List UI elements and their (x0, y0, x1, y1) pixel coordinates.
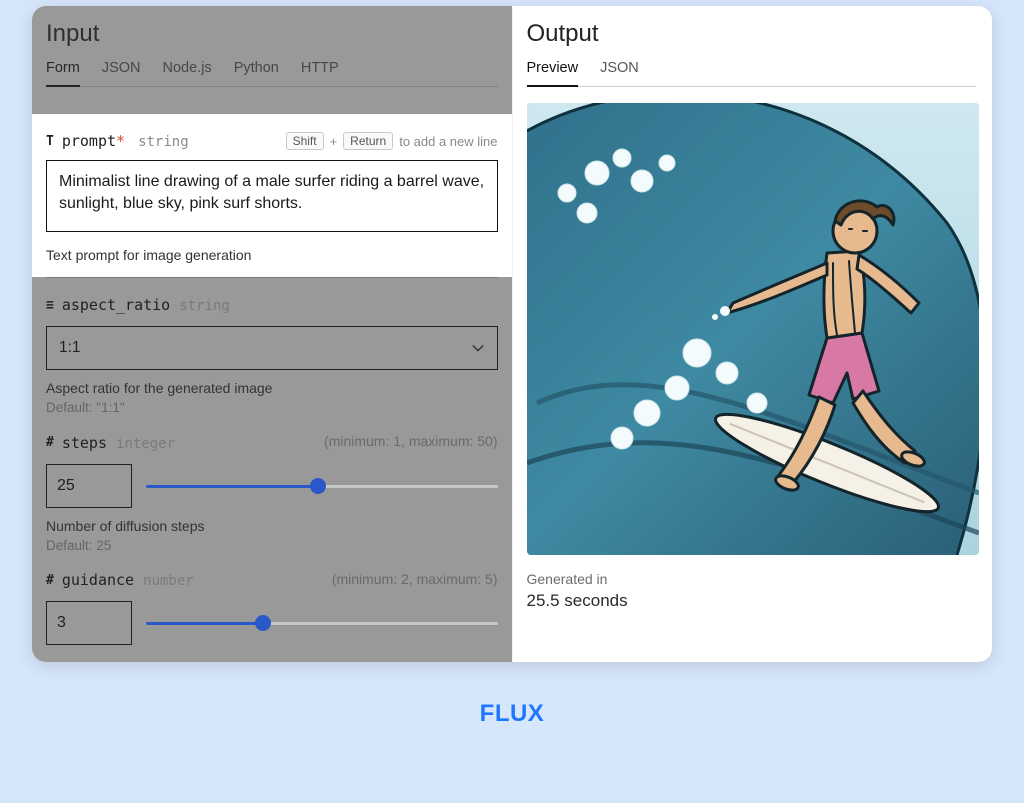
kbd-shift: Shift (286, 132, 324, 150)
steps-name: steps (62, 434, 107, 452)
aspect-ratio-default: Default: "1:1" (46, 400, 498, 415)
input-tabs: Form JSON Node.js Python HTTP (46, 60, 498, 87)
output-image (527, 103, 979, 555)
hint-text: to add a new line (399, 134, 497, 149)
chevron-down-icon (471, 341, 485, 355)
aspect-ratio-value: 1:1 (59, 339, 81, 357)
hint-plus: + (330, 134, 338, 149)
number-type-icon-2: # (46, 573, 54, 588)
steps-type: integer (116, 436, 175, 452)
prompt-name: prompt (62, 132, 116, 150)
steps-slider[interactable] (146, 477, 498, 495)
generated-in-label: Generated in (527, 571, 977, 587)
guidance-field: # guidance number (minimum: 2, maximum: … (46, 553, 498, 646)
steps-default: Default: 25 (46, 538, 498, 553)
number-type-icon: # (46, 435, 54, 450)
prompt-type: string (138, 134, 189, 150)
generated-time: 25.5 seconds (527, 591, 977, 611)
prompt-description: Text prompt for image generation (46, 247, 498, 263)
aspect-ratio-description: Aspect ratio for the generated image (46, 380, 498, 396)
tab-python[interactable]: Python (234, 60, 279, 86)
guidance-slider[interactable] (146, 614, 498, 632)
list-type-icon: ≡ (46, 298, 54, 313)
output-pane: Output Preview JSON (513, 6, 993, 662)
app-frame: Input Form JSON Node.js Python HTTP T pr… (32, 6, 992, 662)
output-title: Output (527, 20, 977, 48)
aspect-ratio-type: string (179, 298, 230, 314)
steps-description: Number of diffusion steps (46, 518, 498, 534)
input-title: Input (46, 20, 498, 48)
tab-http[interactable]: HTTP (301, 60, 339, 86)
input-pane: Input Form JSON Node.js Python HTTP T pr… (32, 6, 513, 662)
prompt-textarea[interactable] (46, 160, 498, 232)
tab-nodejs[interactable]: Node.js (163, 60, 212, 86)
guidance-input[interactable]: 3 (46, 601, 132, 645)
guidance-name: guidance (62, 571, 134, 589)
guidance-range: (minimum: 2, maximum: 5) (332, 571, 498, 587)
aspect-ratio-select[interactable]: 1:1 (46, 326, 498, 370)
required-marker: * (116, 132, 125, 150)
prompt-field: T prompt* string Shift + Return to add a… (32, 114, 512, 277)
aspect-ratio-name: aspect_ratio (62, 296, 170, 314)
prompt-hint: Shift + Return to add a new line (286, 132, 498, 150)
aspect-ratio-field: ≡ aspect_ratio string 1:1 Aspect ratio f… (46, 277, 498, 415)
brand-label: FLUX (0, 700, 1024, 728)
tab-json[interactable]: JSON (102, 60, 141, 86)
text-type-icon: T (46, 134, 54, 149)
tab-form[interactable]: Form (46, 60, 80, 86)
steps-field: # steps integer (minimum: 1, maximum: 50… (46, 415, 498, 553)
kbd-return: Return (343, 132, 393, 150)
steps-input[interactable]: 25 (46, 464, 132, 508)
tab-preview[interactable]: Preview (527, 60, 579, 86)
surfer-illustration (527, 103, 979, 555)
guidance-type: number (143, 573, 194, 589)
output-tabs: Preview JSON (527, 60, 977, 87)
tab-out-json[interactable]: JSON (600, 60, 639, 86)
steps-range: (minimum: 1, maximum: 50) (324, 433, 497, 449)
